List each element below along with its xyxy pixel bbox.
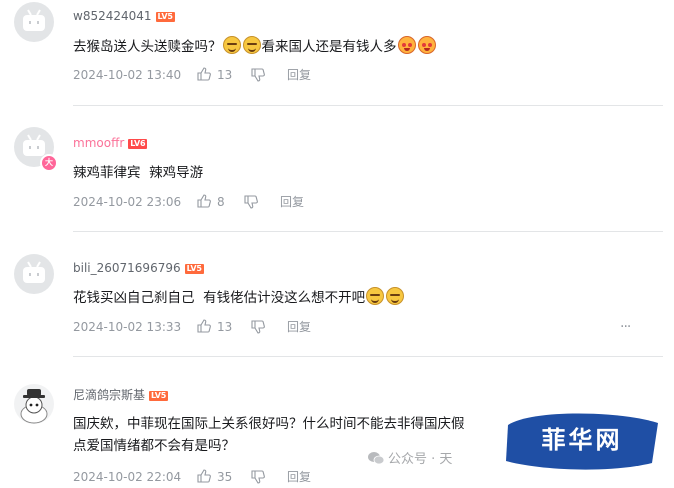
level-badge: LV5 (184, 263, 204, 274)
wechat-icon (368, 452, 385, 465)
laugh-emoji-icon (242, 36, 261, 54)
like-icon[interactable] (197, 67, 211, 84)
dislike-icon[interactable] (251, 320, 265, 337)
level-badge: LV5 (155, 11, 175, 22)
comment-text: 辣鸡菲律宾 辣鸡导游 (73, 165, 204, 181)
drool-emoji-icon (417, 36, 436, 54)
dislike-icon[interactable] (251, 470, 265, 487)
reply-button[interactable]: 回复 (287, 320, 311, 334)
like-icon[interactable] (197, 319, 211, 336)
comment-text: 花钱买凶自己刹自己 有钱佬估计没这么想不开吧 (73, 287, 405, 309)
like-count: 35 (217, 470, 233, 484)
level-badge: LV5 (149, 390, 169, 401)
laugh-emoji-icon (222, 36, 241, 54)
user-avatar-icon (20, 389, 48, 424)
comment-date: 2024-10-02 13:33 (73, 320, 182, 334)
vip-badge: 大 (40, 154, 58, 172)
comment-date: 2024-10-02 23:06 (73, 195, 182, 209)
default-avatar-icon (23, 9, 45, 31)
default-avatar-icon (23, 261, 45, 283)
username[interactable]: bili_26071696796 LV5 (73, 261, 204, 275)
avatar[interactable] (14, 384, 54, 424)
like-count: 13 (217, 320, 233, 334)
laugh-emoji-icon (366, 287, 385, 305)
site-logo-watermark: 菲华网 (502, 405, 662, 475)
reply-button[interactable]: 回复 (287, 470, 311, 484)
divider (73, 105, 663, 106)
divider (73, 356, 663, 357)
drool-emoji-icon (397, 36, 416, 54)
like-count: 13 (217, 68, 233, 82)
reply-button[interactable]: 回复 (287, 68, 311, 82)
like-icon[interactable] (197, 194, 211, 211)
more-options-icon[interactable]: ··· (620, 320, 631, 334)
comment-text: 去猴岛送人头送赎金吗？ 看来国人还是有钱人多 (73, 36, 437, 58)
laugh-emoji-icon (386, 287, 405, 305)
comment-date: 2024-10-02 22:04 (73, 470, 182, 484)
username[interactable]: w852424041 LV5 (73, 9, 175, 23)
level-badge: LV6 (128, 138, 148, 149)
divider (73, 231, 663, 232)
avatar[interactable] (14, 254, 54, 294)
username[interactable]: mmooffr LV6 (73, 136, 148, 150)
like-count: 8 (217, 195, 225, 209)
comment-date: 2024-10-02 13:40 (73, 68, 182, 82)
avatar[interactable] (14, 2, 54, 42)
logo-text: 菲华网 (541, 426, 623, 454)
dislike-icon[interactable] (251, 68, 265, 85)
dislike-icon[interactable] (244, 195, 258, 212)
username[interactable]: 尼滴鸽宗斯基 LV5 (73, 388, 169, 402)
like-icon[interactable] (197, 469, 211, 486)
wechat-watermark: 公众号 · 天 (368, 448, 452, 467)
reply-button[interactable]: 回复 (280, 195, 304, 209)
